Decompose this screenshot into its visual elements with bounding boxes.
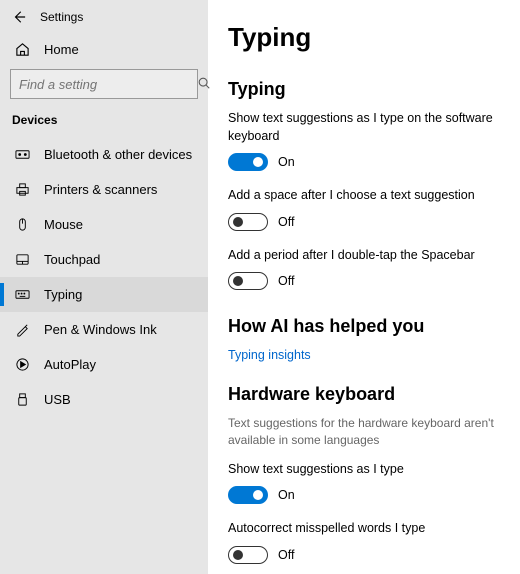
toggle-state: Off [278,215,294,229]
sidebar-item-label: Printers & scanners [44,182,157,197]
search-box[interactable] [10,69,198,99]
setting-label: Show text suggestions as I type on the s… [228,110,500,145]
toggle-add-period[interactable] [228,272,268,290]
autoplay-icon [14,357,30,372]
sidebar-item-pen[interactable]: Pen & Windows Ink [0,312,208,347]
toggle-row: Off [228,546,500,564]
setting-label: Add a period after I double-tap the Spac… [228,247,500,265]
search-wrap [0,69,208,113]
sidebar-item-label: Typing [44,287,82,302]
usb-icon [14,392,30,407]
typing-insights-link[interactable]: Typing insights [228,348,311,362]
sidebar-item-label: Mouse [44,217,83,232]
section-header: Devices [0,113,208,137]
main-content: Typing Typing Show text suggestions as I… [208,0,520,574]
toggle-row: On [228,153,500,171]
sidebar-header: Settings [0,10,208,32]
pen-icon [14,322,30,337]
toggle-autocorrect[interactable] [228,546,268,564]
sidebar-item-usb[interactable]: USB [0,382,208,417]
toggle-row: Off [228,213,500,231]
keyboard-icon [14,287,30,302]
sidebar-item-label: Bluetooth & other devices [44,147,192,162]
toggle-add-space[interactable] [228,213,268,231]
setting-label: Add a space after I choose a text sugges… [228,187,500,205]
sidebar-item-label: USB [44,392,71,407]
sidebar-item-label: Touchpad [44,252,100,267]
mouse-icon [14,217,30,232]
sidebar-item-label: Pen & Windows Ink [44,322,157,337]
setting-add-space: Add a space after I choose a text sugges… [228,187,500,231]
toggle-row: On [228,486,500,504]
home-label: Home [44,42,79,57]
toggle-software-suggestions[interactable] [228,153,268,171]
group-subtitle-hardware: Text suggestions for the hardware keyboa… [228,415,500,449]
setting-hw-suggestions: Show text suggestions as I type On [228,461,500,505]
group-title-hardware: Hardware keyboard [228,384,500,405]
home-icon [14,42,30,57]
sidebar-item-label: AutoPlay [44,357,96,372]
sidebar-item-touchpad[interactable]: Touchpad [0,242,208,277]
touchpad-icon [14,252,30,267]
printer-icon [14,182,30,197]
sidebar-item-typing[interactable]: Typing [0,277,208,312]
sidebar-item-home[interactable]: Home [0,32,208,69]
toggle-state: Off [278,548,294,562]
sidebar-item-bluetooth[interactable]: Bluetooth & other devices [0,137,208,172]
toggle-state: Off [278,274,294,288]
group-title-ai: How AI has helped you [228,316,500,337]
setting-label: Autocorrect misspelled words I type [228,520,500,538]
toggle-state: On [278,488,295,502]
toggle-row: Off [228,272,500,290]
setting-add-period: Add a period after I double-tap the Spac… [228,247,500,291]
search-input[interactable] [19,77,197,92]
back-icon[interactable] [12,10,26,24]
bluetooth-icon [14,147,30,162]
sidebar-item-printers[interactable]: Printers & scanners [0,172,208,207]
sidebar-item-mouse[interactable]: Mouse [0,207,208,242]
app-title: Settings [40,10,83,24]
sidebar: Settings Home Devices Bluetooth & other … [0,0,208,574]
toggle-hw-suggestions[interactable] [228,486,268,504]
page-title: Typing [228,22,500,53]
group-title-typing: Typing [228,79,500,100]
setting-label: Show text suggestions as I type [228,461,500,479]
setting-autocorrect: Autocorrect misspelled words I type Off [228,520,500,564]
toggle-state: On [278,155,295,169]
setting-software-suggestions: Show text suggestions as I type on the s… [228,110,500,171]
sidebar-item-autoplay[interactable]: AutoPlay [0,347,208,382]
